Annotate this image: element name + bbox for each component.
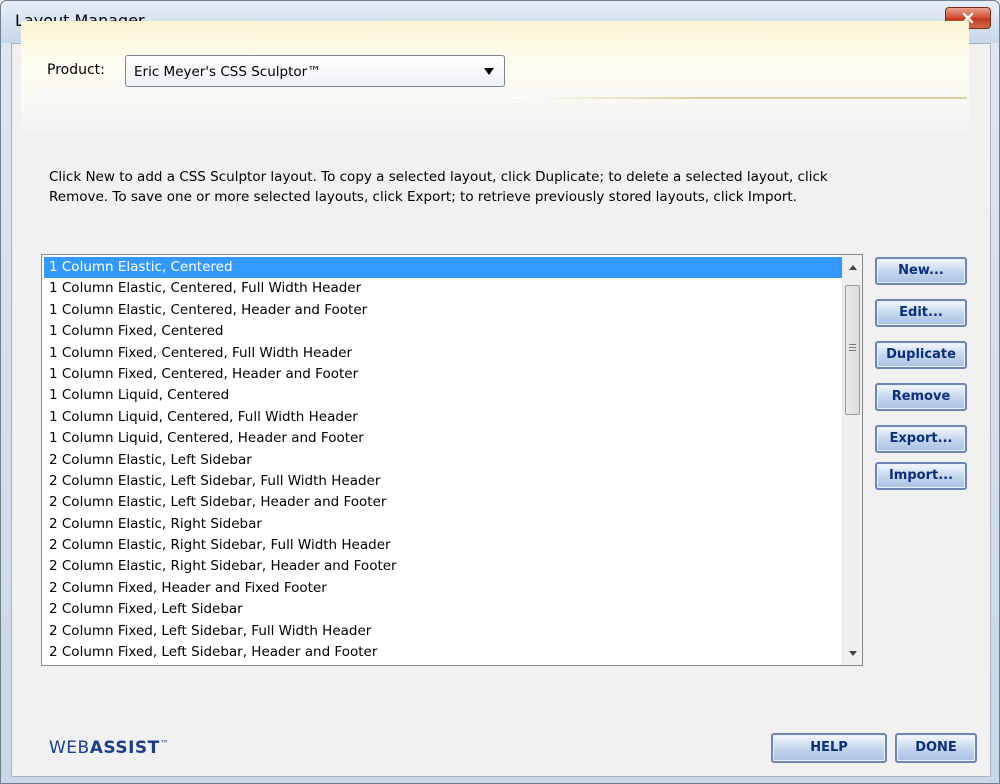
new-button[interactable]: New... bbox=[875, 257, 967, 285]
scroll-up-icon bbox=[848, 264, 857, 270]
list-item[interactable]: 2 Column Fixed, Left Sidebar bbox=[44, 599, 842, 620]
chevron-down-icon bbox=[484, 68, 494, 75]
webassist-logo: WEBASSIST™ bbox=[49, 738, 169, 758]
duplicate-button[interactable]: Duplicate bbox=[875, 341, 967, 369]
list-item[interactable]: 2 Column Elastic, Right Sidebar, Full Wi… bbox=[44, 535, 842, 556]
logo-text-assist: ASSIST bbox=[89, 738, 160, 758]
product-select-value: Eric Meyer's CSS Sculptor™ bbox=[134, 64, 321, 80]
help-button[interactable]: HELP bbox=[771, 733, 887, 763]
list-item[interactable]: 2 Column Elastic, Left Sidebar, Full Wid… bbox=[44, 471, 842, 492]
list-item[interactable]: 1 Column Liquid, Centered, Full Width He… bbox=[44, 407, 842, 428]
layout-manager-window: Layout Manager Product: Eric Meyer's CSS… bbox=[0, 0, 1000, 784]
layouts-list: 1 Column Elastic, Centered 1 Column Elast… bbox=[44, 257, 842, 663]
layouts-listbox[interactable]: 1 Column Elastic, Centered 1 Column Elast… bbox=[41, 254, 863, 666]
list-item[interactable]: 2 Column Elastic, Left Sidebar bbox=[44, 450, 842, 471]
import-button[interactable]: Import... bbox=[875, 462, 967, 490]
grip-icon bbox=[849, 344, 856, 353]
product-label: Product: bbox=[47, 62, 105, 78]
edit-button[interactable]: Edit... bbox=[875, 299, 967, 327]
remove-button[interactable]: Remove bbox=[875, 383, 967, 411]
product-select[interactable]: Eric Meyer's CSS Sculptor™ bbox=[125, 55, 505, 87]
scroll-down-icon bbox=[848, 650, 857, 656]
vertical-scrollbar[interactable] bbox=[842, 255, 862, 665]
list-item[interactable]: 1 Column Fixed, Centered, Full Width Hea… bbox=[44, 343, 842, 364]
list-item[interactable]: 1 Column Elastic, Centered, Header and F… bbox=[44, 300, 842, 321]
list-item[interactable]: 1 Column Fixed, Centered bbox=[44, 321, 842, 342]
list-item[interactable]: 2 Column Elastic, Right Sidebar, Header … bbox=[44, 556, 842, 577]
list-item[interactable]: 1 Column Elastic, Centered bbox=[44, 257, 842, 279]
list-item[interactable]: 2 Column Elastic, Right Sidebar bbox=[44, 514, 842, 535]
list-item[interactable]: 1 Column Liquid, Centered bbox=[44, 385, 842, 406]
list-item[interactable]: 2 Column Elastic, Left Sidebar, Header a… bbox=[44, 492, 842, 513]
list-item[interactable]: 2 Column Fixed, Left Sidebar, Header and… bbox=[44, 642, 842, 663]
logo-trademark: ™ bbox=[159, 739, 170, 750]
list-item[interactable]: 2 Column Fixed, Left Sidebar, Full Width… bbox=[44, 621, 842, 642]
done-button[interactable]: DONE bbox=[895, 733, 977, 763]
header-divider bbox=[511, 97, 967, 99]
scroll-thumb[interactable] bbox=[845, 285, 860, 415]
list-item[interactable]: 1 Column Liquid, Centered, Header and Fo… bbox=[44, 428, 842, 449]
list-item[interactable]: 1 Column Elastic, Centered, Full Width H… bbox=[44, 278, 842, 299]
list-item[interactable]: 1 Column Fixed, Centered, Header and Foo… bbox=[44, 364, 842, 385]
logo-text-web: WEB bbox=[49, 738, 90, 758]
instructions-text: Click New to add a CSS Sculptor layout. … bbox=[49, 169, 828, 205]
export-button[interactable]: Export... bbox=[875, 425, 967, 453]
scroll-up-button[interactable] bbox=[843, 257, 862, 277]
list-item[interactable]: 2 Column Fixed, Header and Fixed Footer bbox=[44, 578, 842, 599]
scroll-down-button[interactable] bbox=[843, 643, 862, 663]
